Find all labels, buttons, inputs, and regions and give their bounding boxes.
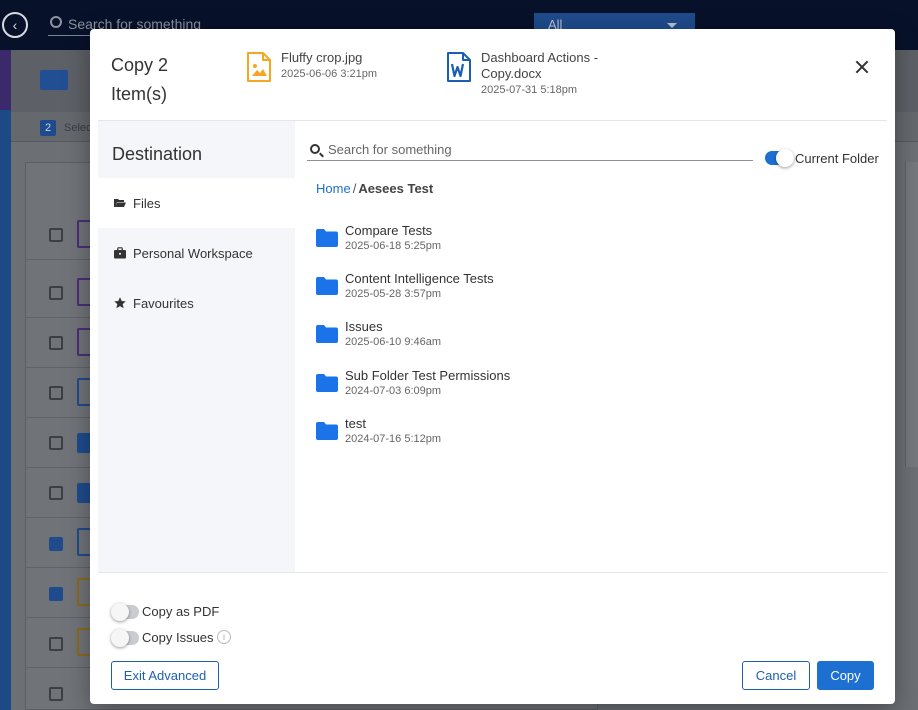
- file-date: 2025-06-06 3:21pm: [281, 68, 378, 80]
- folder-name: Content Intelligence Tests: [345, 271, 494, 286]
- copy-issues-toggle[interactable]: [111, 629, 139, 647]
- folder-name: Issues: [345, 319, 383, 334]
- back-icon[interactable]: ‹: [2, 12, 28, 38]
- folder-list-item[interactable]: Issues 2025-06-10 9:46am: [316, 317, 856, 361]
- dialog-title: Copy 2 Item(s): [111, 55, 169, 104]
- info-icon[interactable]: i: [217, 630, 231, 644]
- copy-as-pdf-option: Copy as PDF: [111, 603, 273, 622]
- copy-as-pdf-toggle[interactable]: [111, 603, 139, 621]
- destination-item-label: Personal Workspace: [133, 246, 253, 261]
- destination-item-personal-workspace[interactable]: Personal Workspace: [98, 228, 295, 278]
- folder-date: 2024-07-16 5:12pm: [345, 433, 442, 445]
- divider: [98, 572, 887, 573]
- file-chip: Dashboard Actions - Copy.docx 2025-07-31…: [446, 50, 626, 120]
- folder-name: test: [345, 416, 366, 431]
- breadcrumb-current: Aesees Test: [358, 181, 434, 196]
- destination-item-favourites[interactable]: Favourites: [98, 278, 295, 328]
- exit-advanced-button[interactable]: Exit Advanced: [111, 661, 219, 690]
- search-icon: [310, 144, 320, 154]
- row-checkbox-checked[interactable]: [49, 587, 63, 601]
- row-checkbox[interactable]: [49, 637, 63, 651]
- chevron-down-icon: [667, 23, 677, 28]
- destination-item-label: Files: [133, 196, 161, 211]
- copy-issues-label: Copy Issues: [142, 630, 214, 645]
- cancel-button[interactable]: Cancel: [742, 661, 810, 690]
- word-file-icon: [447, 52, 471, 82]
- copy-as-pdf-label: Copy as PDF: [142, 604, 220, 619]
- folder-date: 2025-06-10 9:46am: [345, 336, 442, 348]
- copy-issues-option: Copy Issues i: [111, 629, 273, 648]
- folder-icon: [316, 374, 338, 392]
- search-icon: [50, 16, 62, 28]
- file-name: Fluffy crop.jpg: [281, 50, 363, 65]
- row-checkbox-checked[interactable]: [49, 537, 63, 551]
- folder-name: Sub Folder Test Permissions: [345, 368, 511, 383]
- briefcase-icon: [114, 247, 126, 259]
- folder-list-item[interactable]: test 2024-07-16 5:12pm: [316, 414, 856, 458]
- selection-count-badge: 2: [40, 120, 56, 136]
- row-checkbox[interactable]: [49, 436, 63, 450]
- breadcrumb-separator: /: [352, 181, 357, 196]
- folder-icon: [316, 229, 338, 247]
- folder-icon: [316, 277, 338, 295]
- destination-sidebar: Destination Files Personal Workspace Fav…: [98, 121, 295, 572]
- folder-date: 2025-05-28 3:57pm: [345, 288, 442, 300]
- destination-item-files[interactable]: Files: [98, 178, 295, 228]
- folder-list-item[interactable]: Compare Tests 2025-06-18 5:25pm: [316, 221, 856, 265]
- file-name: Dashboard Actions - Copy.docx: [481, 50, 599, 81]
- folder-open-icon: [114, 199, 126, 207]
- folder-list-item[interactable]: Sub Folder Test Permissions 2024-07-03 6…: [316, 366, 856, 410]
- star-icon: [114, 297, 126, 309]
- copy-button[interactable]: Copy: [817, 661, 874, 690]
- folder-list-item[interactable]: Content Intelligence Tests 2025-05-28 3:…: [316, 269, 856, 313]
- folder-search-input[interactable]: [328, 139, 748, 159]
- destination-title: Destination: [112, 144, 203, 164]
- folder-browser: Current Folder Home/Aesees Test Compare …: [295, 121, 887, 572]
- image-file-icon: [247, 52, 271, 82]
- app-right-panel: [905, 162, 918, 467]
- current-folder-label: Current Folder: [795, 151, 879, 166]
- file-chip: Fluffy crop.jpg 2025-06-06 3:21pm: [246, 50, 426, 90]
- folder-icon: [40, 70, 68, 90]
- folder-date: 2024-07-03 6:09pm: [345, 385, 442, 397]
- folder-date: 2025-06-18 5:25pm: [345, 240, 442, 252]
- row-checkbox[interactable]: [49, 286, 63, 300]
- file-date: 2025-07-31 5:18pm: [481, 84, 578, 96]
- folder-name: Compare Tests: [345, 223, 433, 238]
- destination-item-label: Favourites: [133, 296, 194, 311]
- app-left-rail: [0, 50, 11, 710]
- breadcrumb: Home / Aesees Test: [316, 181, 433, 196]
- row-checkbox[interactable]: [49, 228, 63, 242]
- folder-icon: [316, 325, 338, 343]
- breadcrumb-home-link[interactable]: Home: [316, 181, 351, 196]
- selection-text: Selec: [64, 122, 92, 134]
- row-checkbox[interactable]: [49, 486, 63, 500]
- row-checkbox[interactable]: [49, 336, 63, 350]
- folder-search: [307, 139, 753, 161]
- folder-icon: [316, 422, 338, 440]
- copy-dialog: Copy 2 Item(s) Fluffy crop.jpg 2025-06-0…: [90, 29, 895, 704]
- row-checkbox[interactable]: [49, 687, 63, 701]
- close-icon[interactable]: [852, 57, 872, 77]
- current-folder-toggle[interactable]: [765, 149, 794, 167]
- row-checkbox[interactable]: [49, 386, 63, 400]
